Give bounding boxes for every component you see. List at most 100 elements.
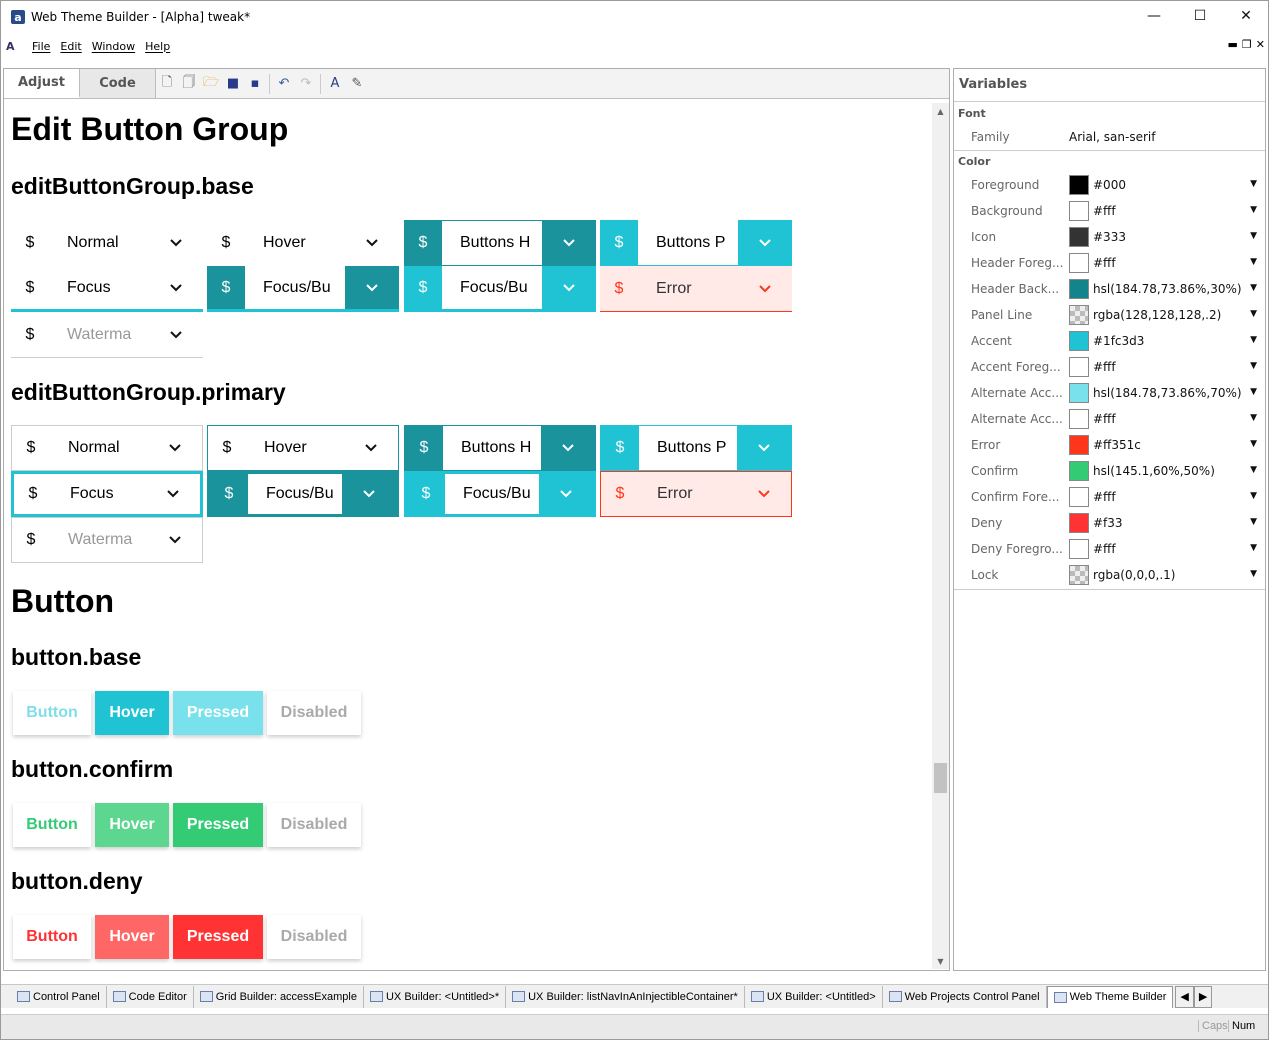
menu-window[interactable]: Window xyxy=(92,40,135,53)
mdi-restore-button[interactable]: ❐ xyxy=(1242,38,1252,51)
dropdown-arrow-icon[interactable]: ▼ xyxy=(1250,387,1257,397)
dropdown-arrow-icon[interactable]: ▼ xyxy=(1250,439,1257,449)
button-deny-normal[interactable]: Button xyxy=(13,915,91,959)
chevron-down-icon[interactable] xyxy=(542,220,596,266)
variable-value[interactable]: #333 xyxy=(1093,230,1126,244)
dropdown-arrow-icon[interactable]: ▼ xyxy=(1250,231,1257,241)
variable-value[interactable]: #fff xyxy=(1093,360,1116,374)
variable-value[interactable]: hsl(184.78,73.86%,70%) xyxy=(1093,386,1242,400)
save-as-icon[interactable]: ▪ xyxy=(244,69,266,98)
variable-row-color[interactable]: Alternate Acc... hsl(184.78,73.86%,70%) ▼ xyxy=(954,381,1265,407)
ebg-base-buttons-hover[interactable]: $ Buttons H xyxy=(404,220,596,266)
menu-help[interactable]: Help xyxy=(145,40,170,53)
variable-row-font-family[interactable]: Family Arial, san-serif xyxy=(954,125,1265,151)
variable-value[interactable]: #1fc3d3 xyxy=(1093,334,1144,348)
color-swatch[interactable] xyxy=(1069,227,1089,247)
variable-row-color[interactable]: Lock rgba(0,0,0,.1) ▼ xyxy=(954,563,1265,589)
ebg-primary-error[interactable]: $ Error xyxy=(600,471,792,517)
dropdown-arrow-icon[interactable]: ▼ xyxy=(1250,205,1257,215)
variable-row-color[interactable]: Confirm Fore... #fff ▼ xyxy=(954,485,1265,511)
ebg-primary-hover[interactable]: $ Hover xyxy=(207,425,399,471)
chevron-down-icon[interactable] xyxy=(149,266,203,309)
variable-value[interactable]: #fff xyxy=(1093,490,1116,504)
color-swatch[interactable] xyxy=(1069,253,1089,273)
chevron-down-icon[interactable] xyxy=(148,518,202,562)
variable-value[interactable]: hsl(145.1,60%,50%) xyxy=(1093,464,1215,478)
ebg-primary-focus[interactable]: $ Focus xyxy=(11,471,203,517)
ebg-base-normal[interactable]: $ Normal xyxy=(11,220,203,266)
mdi-close-button[interactable]: ✕ xyxy=(1256,38,1265,51)
ebg-primary-buttons-pressed[interactable]: $ Buttons P xyxy=(600,425,792,471)
open-folder-icon[interactable]: 🗁 xyxy=(200,69,222,98)
chevron-down-icon[interactable] xyxy=(541,426,595,470)
ebg-base-hover[interactable]: $ Hover xyxy=(207,220,399,266)
variable-row-color[interactable]: Background #fff ▼ xyxy=(954,199,1265,225)
variable-row-color[interactable]: Confirm hsl(145.1,60%,50%) ▼ xyxy=(954,459,1265,485)
dropdown-arrow-icon[interactable]: ▼ xyxy=(1250,361,1257,371)
color-swatch[interactable] xyxy=(1069,305,1089,325)
chevron-down-icon[interactable] xyxy=(738,266,792,311)
color-swatch[interactable] xyxy=(1069,565,1089,585)
dropdown-arrow-icon[interactable]: ▼ xyxy=(1250,309,1257,319)
redo-icon[interactable]: ↷ xyxy=(295,69,317,98)
undo-icon[interactable]: ↶ xyxy=(273,69,295,98)
variable-value[interactable]: #fff xyxy=(1093,256,1116,270)
button-deny-hover[interactable]: Hover xyxy=(95,915,169,959)
color-swatch[interactable] xyxy=(1069,409,1089,429)
color-swatch[interactable] xyxy=(1069,201,1089,221)
dropdown-arrow-icon[interactable]: ▼ xyxy=(1250,283,1257,293)
ebg-primary-watermark[interactable]: $ Waterma xyxy=(11,517,203,563)
doc-tab-ux-builder-3[interactable]: UX Builder: <Untitled> xyxy=(745,985,883,1008)
color-swatch[interactable] xyxy=(1069,513,1089,533)
variable-row-color[interactable]: Panel Line rgba(128,128,128,.2) ▼ xyxy=(954,303,1265,329)
minimize-button[interactable]: — xyxy=(1131,1,1177,31)
button-base-hover[interactable]: Hover xyxy=(95,691,169,735)
doc-tab-ux-builder-2[interactable]: UX Builder: listNavInAnInjectibleContain… xyxy=(506,985,745,1008)
variable-row-color[interactable]: Icon #333 ▼ xyxy=(954,225,1265,251)
ebg-primary-focus-buttons-hover[interactable]: $ Focus/Bu xyxy=(207,471,399,517)
chevron-down-icon[interactable] xyxy=(738,220,792,266)
theme-icon[interactable]: A xyxy=(324,69,346,98)
ebg-base-focus-buttons-hover[interactable]: $ Focus/Bu xyxy=(207,266,399,312)
ebg-base-buttons-pressed[interactable]: $ Buttons P xyxy=(600,220,792,266)
dropdown-arrow-icon[interactable]: ▼ xyxy=(1250,335,1257,345)
color-swatch[interactable] xyxy=(1069,461,1089,481)
variable-value[interactable]: #f33 xyxy=(1093,516,1123,530)
variable-row-color[interactable]: Header Foreg... #fff ▼ xyxy=(954,251,1265,277)
doc-tab-web-theme-builder[interactable]: Web Theme Builder xyxy=(1046,985,1174,1008)
chevron-down-icon[interactable] xyxy=(539,474,593,514)
dropdown-arrow-icon[interactable]: ▼ xyxy=(1250,465,1257,475)
maximize-button[interactable]: ☐ xyxy=(1177,1,1223,31)
variable-row-color[interactable]: Alternate Acc... #fff ▼ xyxy=(954,407,1265,433)
color-swatch[interactable] xyxy=(1069,539,1089,559)
mdi-minimize-button[interactable]: ▬ xyxy=(1228,38,1238,51)
dropdown-arrow-icon[interactable]: ▼ xyxy=(1250,543,1257,553)
variable-row-color[interactable]: Accent #1fc3d3 ▼ xyxy=(954,329,1265,355)
doc-tab-ux-builder-1[interactable]: UX Builder: <Untitled>* xyxy=(364,985,507,1008)
variable-value[interactable]: Arial, san-serif xyxy=(1069,130,1155,144)
variable-value[interactable]: #fff xyxy=(1093,412,1116,426)
tab-adjust[interactable]: Adjust xyxy=(4,69,80,98)
button-base-normal[interactable]: Button xyxy=(13,691,91,735)
color-swatch[interactable] xyxy=(1069,487,1089,507)
tab-code[interactable]: Code xyxy=(80,69,156,98)
variable-row-color[interactable]: Deny #f33 ▼ xyxy=(954,511,1265,537)
menu-file[interactable]: File xyxy=(32,40,50,53)
doc-tab-control-panel[interactable]: Control Panel xyxy=(11,985,107,1008)
copy-file-icon[interactable]: 🗍 xyxy=(178,69,200,98)
scroll-down-icon[interactable]: ▼ xyxy=(932,953,949,969)
chevron-down-icon[interactable] xyxy=(542,266,596,309)
dropdown-arrow-icon[interactable]: ▼ xyxy=(1250,491,1257,501)
button-confirm-hover[interactable]: Hover xyxy=(95,803,169,847)
chevron-down-icon[interactable] xyxy=(146,474,200,514)
chevron-down-icon[interactable] xyxy=(149,220,203,266)
variable-value[interactable]: #fff xyxy=(1093,204,1116,218)
doc-tab-grid-builder[interactable]: Grid Builder: accessExample xyxy=(194,985,364,1008)
color-swatch[interactable] xyxy=(1069,279,1089,299)
variable-row-color[interactable]: Accent Foreg... #fff ▼ xyxy=(954,355,1265,381)
variable-row-color[interactable]: Deny Foregro... #fff ▼ xyxy=(954,537,1265,563)
close-button[interactable]: ✕ xyxy=(1223,1,1268,31)
chevron-down-icon[interactable] xyxy=(345,266,399,309)
chevron-down-icon[interactable] xyxy=(737,426,791,470)
edit-pencil-icon[interactable]: ✎ xyxy=(346,69,368,98)
